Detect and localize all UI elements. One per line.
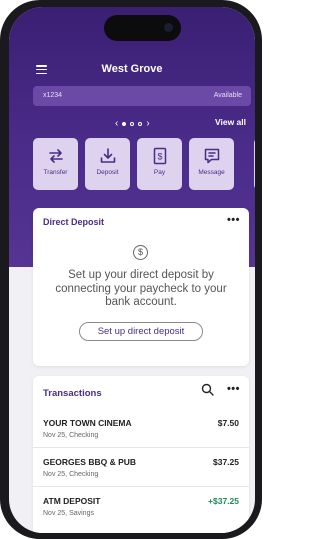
setup-direct-deposit-button[interactable]: Set up direct deposit — [79, 322, 203, 341]
message-button[interactable]: Message — [189, 138, 234, 190]
transaction-amount: +$37.25 — [208, 496, 239, 506]
divider — [33, 447, 249, 448]
svg-text:$: $ — [157, 152, 162, 162]
pager-dot[interactable] — [130, 121, 135, 126]
direct-deposit-title: Direct Deposit — [43, 217, 105, 227]
message-label: Message — [198, 169, 225, 176]
transaction-amount: $37.25 — [213, 457, 239, 467]
app-screen: West Grove x1234 Available ‹ › View all — [9, 7, 255, 533]
transaction-meta: Nov 25, Savings — [43, 510, 94, 517]
app-title: West Grove — [101, 63, 163, 75]
transaction-meta: Nov 25, Checking — [43, 432, 99, 439]
pay-label: Pay — [153, 169, 166, 176]
transfer-button[interactable]: Transfer — [33, 138, 78, 190]
direct-deposit-card: Direct Deposit ••• $ Set up your direct … — [33, 208, 249, 366]
transaction-merchant: GEORGES BBQ & PUB — [43, 457, 137, 467]
phone-frame: West Grove x1234 Available ‹ › View all — [0, 0, 262, 539]
message-icon — [204, 148, 219, 164]
transfer-label: Transfer — [43, 169, 68, 176]
dynamic-island — [104, 15, 181, 41]
account-number: x1234 — [43, 92, 63, 99]
deposit-label: Deposit — [96, 169, 119, 176]
more-actions-partial[interactable] — [254, 138, 255, 190]
transaction-merchant: ATM DEPOSIT — [43, 496, 101, 506]
camera-icon — [164, 23, 173, 32]
direct-deposit-message: Set up your direct deposit by connecting… — [55, 269, 227, 308]
transactions-card: Transactions ••• YOUR TOWN CINEMA Nov 25… — [33, 376, 249, 533]
transaction-row[interactable]: ATM DEPOSIT Nov 25, Savings +$37.25 — [33, 488, 249, 526]
transaction-amount: $7.50 — [217, 418, 239, 428]
transaction-row[interactable]: YOUR TOWN CINEMA Nov 25, Checking $7.50 — [33, 410, 249, 448]
transaction-meta: Nov 25, Checking — [43, 471, 99, 478]
transactions-title: Transactions — [43, 388, 102, 399]
pager-dot[interactable] — [138, 121, 143, 126]
transaction-row[interactable]: GEORGES BBQ & PUB Nov 25, Checking $37.2… — [33, 449, 249, 487]
search-icon[interactable] — [201, 383, 214, 396]
transaction-merchant: YOUR TOWN CINEMA — [43, 418, 132, 428]
pager-dot[interactable] — [122, 121, 127, 126]
transfer-icon — [48, 149, 63, 163]
chevron-left-icon[interactable]: ‹ — [115, 118, 118, 129]
deposit-icon — [100, 148, 115, 163]
quick-actions: Transfer Deposit $ Pay Message — [33, 138, 234, 190]
view-all-link[interactable]: View all — [215, 117, 246, 127]
chevron-right-icon[interactable]: › — [146, 118, 149, 129]
more-options-icon[interactable]: ••• — [227, 214, 240, 226]
available-label: Available — [213, 92, 242, 99]
more-options-icon[interactable]: ••• — [227, 383, 240, 395]
account-card[interactable]: x1234 Available — [33, 86, 251, 106]
dollar-circle-icon: $ — [133, 245, 148, 260]
account-pager: ‹ › — [115, 118, 150, 129]
pay-button[interactable]: $ Pay — [137, 138, 182, 190]
divider — [33, 486, 249, 487]
deposit-button[interactable]: Deposit — [85, 138, 130, 190]
pay-icon: $ — [153, 147, 166, 165]
